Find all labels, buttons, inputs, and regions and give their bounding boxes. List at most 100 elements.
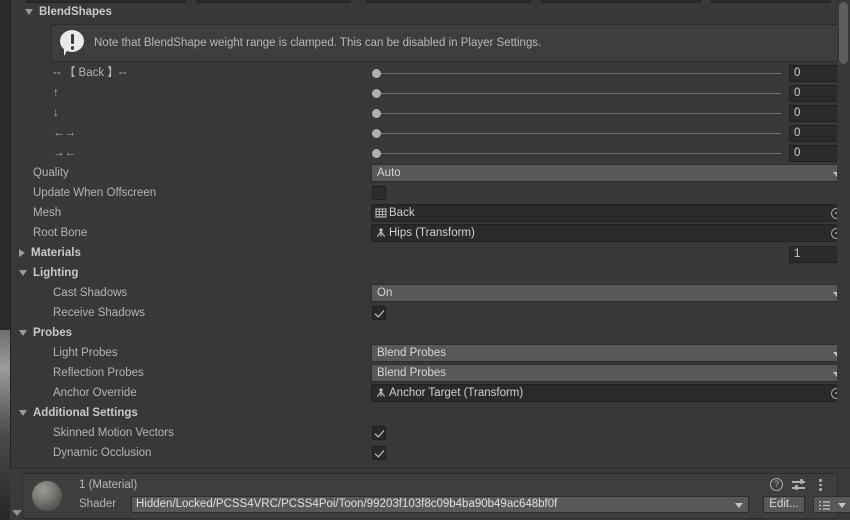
quality-value: Auto [377, 167, 401, 179]
blendshape-row-4: →← 0 [11, 143, 850, 163]
cast-shadows-label: Cast Shadows [53, 287, 128, 299]
slider-track [381, 112, 781, 114]
slider-handle[interactable] [372, 88, 381, 98]
light-probes-row: Light Probes Blend Probes [11, 343, 850, 363]
inspector-panel: BlendShapes Note that BlendShape weight … [10, 0, 850, 520]
receive-shadows-row: Receive Shadows [11, 303, 850, 323]
unity-inspector-window: BlendShapes Note that BlendShape weight … [0, 0, 850, 520]
inspector-scrollbar[interactable] [837, 0, 850, 520]
quality-dropdown[interactable]: Auto [371, 164, 847, 182]
mesh-label: Mesh [33, 207, 62, 219]
root-bone-object-field[interactable]: Hips (Transform) [371, 224, 847, 242]
blendshape-slider-1[interactable] [371, 83, 781, 103]
footer-icon-group: ? [770, 478, 827, 491]
dynamic-occlusion-label: Dynamic Occlusion [53, 447, 152, 459]
material-footer-body: 1 (Material) Shader Hidden/Locked/PCSS4V… [22, 473, 850, 519]
slider-handle[interactable] [372, 108, 381, 118]
blendshape-slider-2[interactable] [371, 103, 781, 123]
additional-settings-foldout[interactable]: Additional Settings [19, 403, 138, 423]
cast-shadows-row: Cast Shadows On [11, 283, 850, 303]
chevron-down-icon [19, 410, 27, 416]
blendshape-label-0: -- 【 Back 】-- [53, 67, 127, 79]
reflection-probes-value: Blend Probes [377, 367, 447, 379]
blendshape-row-1: ↑ 0 [11, 83, 850, 103]
anchor-override-value: Anchor Target (Transform) [389, 387, 524, 399]
blendshape-info-text: Note that BlendShape weight range is cla… [94, 37, 542, 49]
chevron-down-icon [25, 9, 33, 15]
shader-edit-button[interactable]: Edit... [763, 496, 805, 513]
warning-icon [60, 30, 86, 56]
skinned-motion-vectors-label: Skinned Motion Vectors [53, 427, 174, 439]
material-preset-button[interactable] [813, 496, 850, 513]
light-probes-dropdown[interactable]: Blend Probes [371, 344, 847, 362]
transform-icon [375, 387, 387, 399]
materials-label: Materials [31, 247, 81, 259]
skinned-motion-vectors-checkbox[interactable] [372, 426, 386, 440]
blendshape-label-1: ↑ [53, 87, 59, 99]
slider-track [381, 72, 781, 74]
blendshape-label-4: →← [53, 147, 76, 159]
blendshape-label-3: ←→ [53, 127, 76, 139]
checkmark-icon [374, 306, 384, 318]
blendshape-slider-0[interactable] [371, 63, 781, 83]
slider-handle[interactable] [372, 68, 381, 78]
reflection-probes-dropdown[interactable]: Blend Probes [371, 364, 847, 382]
materials-row: Materials 1 [11, 243, 850, 263]
transform-icon [375, 227, 387, 239]
footer-expand-chevron-icon[interactable] [12, 510, 22, 516]
slider-track [381, 132, 781, 134]
root-bone-value: Hips (Transform) [389, 227, 475, 239]
blendshape-row-2: ↓ 0 [11, 103, 850, 123]
dynamic-occlusion-row: Dynamic Occlusion [11, 443, 850, 463]
blendshapes-label: BlendShapes [39, 6, 112, 18]
root-bone-row: Root Bone Hips (Transform) [11, 223, 850, 243]
anchor-override-row: Anchor Override Anchor Target (Transform… [11, 383, 850, 403]
probes-label: Probes [33, 327, 72, 339]
blendshape-slider-4[interactable] [371, 143, 781, 163]
update-when-offscreen-checkbox[interactable] [372, 186, 386, 200]
light-probes-value: Blend Probes [377, 347, 447, 359]
slider-handle[interactable] [372, 128, 381, 138]
preset-sliders-icon[interactable] [792, 478, 805, 491]
blendshape-slider-3[interactable] [371, 123, 781, 143]
materials-foldout[interactable]: Materials [19, 243, 81, 263]
mesh-value: Back [389, 207, 415, 219]
chevron-right-icon [19, 249, 25, 257]
skinned-motion-vectors-row: Skinned Motion Vectors [11, 423, 850, 443]
material-footer: 1 (Material) Shader Hidden/Locked/PCSS4V… [10, 468, 850, 520]
light-probes-label: Light Probes [53, 347, 118, 359]
root-bone-label: Root Bone [33, 227, 88, 239]
cast-shadows-value: On [377, 287, 393, 299]
checkmark-icon [374, 446, 384, 458]
blendshapes-foldout[interactable]: BlendShapes [25, 2, 112, 22]
blendshape-label-2: ↓ [53, 107, 59, 119]
scrollbar-thumb[interactable] [839, 2, 848, 64]
material-title: 1 (Material) [79, 479, 138, 491]
reflection-probes-label: Reflection Probes [53, 367, 144, 379]
shader-dropdown[interactable]: Hidden/Locked/PCSS4VRC/PCSS4Poi/Toon/992… [131, 496, 749, 513]
anchor-override-object-field[interactable]: Anchor Target (Transform) [371, 384, 847, 402]
slider-handle[interactable] [372, 148, 381, 158]
lighting-label: Lighting [33, 267, 79, 279]
anchor-override-label: Anchor Override [53, 387, 137, 399]
slider-track [381, 92, 781, 94]
dynamic-occlusion-checkbox[interactable] [372, 446, 386, 460]
chevron-down-icon [19, 270, 27, 276]
reflection-probes-row: Reflection Probes Blend Probes [11, 363, 850, 383]
chevron-down-icon [19, 330, 27, 336]
chevron-down-icon [735, 503, 743, 508]
mesh-object-field[interactable]: Back [371, 204, 847, 222]
cast-shadows-dropdown[interactable]: On [371, 284, 847, 302]
lighting-foldout[interactable]: Lighting [19, 263, 78, 283]
chevron-down-icon [838, 503, 846, 508]
clipped-top-rows [11, 0, 850, 9]
scene-background-strip-lower [0, 330, 10, 520]
preset-list-icon [819, 501, 830, 510]
material-preview-thumbnail[interactable] [32, 481, 62, 511]
blendshape-row-0: -- 【 Back 】-- 0 [11, 63, 850, 83]
help-icon[interactable]: ? [770, 478, 783, 491]
blendshape-row-3: ←→ 0 [11, 123, 850, 143]
receive-shadows-checkbox[interactable] [372, 306, 386, 320]
kebab-menu-icon[interactable] [814, 478, 827, 491]
probes-foldout[interactable]: Probes [19, 323, 72, 343]
